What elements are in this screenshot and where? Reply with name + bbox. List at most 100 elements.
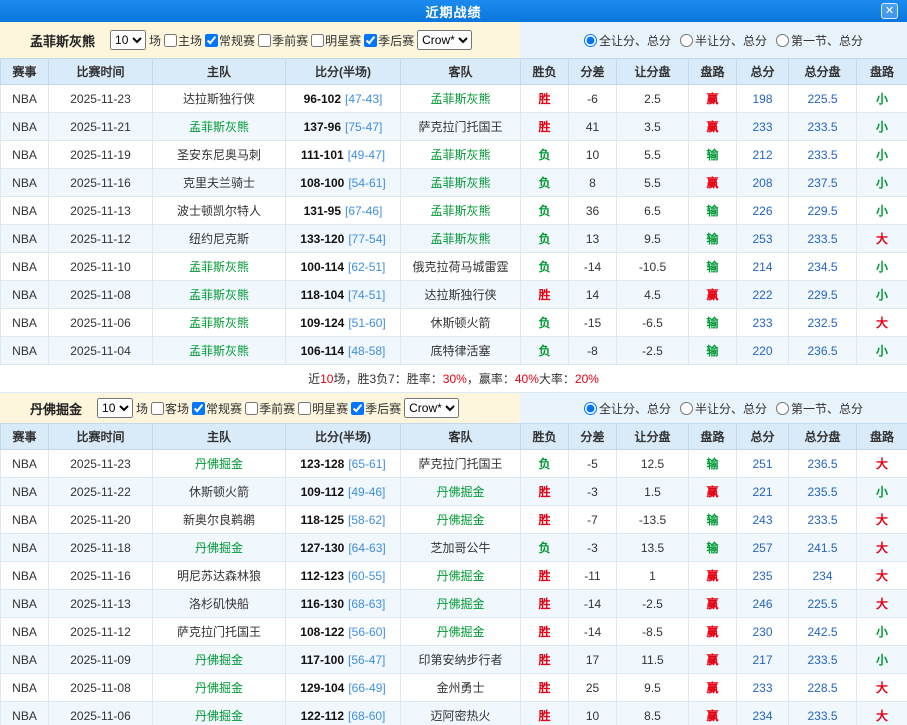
cell-home-team: 萨克拉门托国王 [153,618,286,646]
filter-checkbox[interactable] [364,34,377,47]
full-time-score: 127-130 [300,541,344,555]
column-header: 盘路 [689,424,737,450]
cell-date: 2025-11-09 [49,646,153,674]
team-name-label: 孟菲斯灰熊 [30,31,95,50]
bookmaker-select[interactable]: Crow* [404,398,459,418]
cell-score: 122-112[68-60] [286,702,401,725]
cell-league: NBA [1,702,49,725]
cell-score: 123-128[65-61] [286,450,401,478]
cell-home-team: 洛杉矶快船 [153,590,286,618]
team-name-label: 丹佛掘金 [30,399,82,418]
cell-away-team: 萨克拉门托国王 [401,450,521,478]
full-time-score: 108-122 [300,625,344,639]
cell-handicap-line: 8.5 [617,702,689,725]
games-count-select[interactable]: 10 [97,398,133,418]
cell-handicap-line: 5.5 [617,141,689,169]
half-time-score: [60-55] [348,569,385,583]
cell-handicap-line: 13.5 [617,534,689,562]
cell-point-diff: 8 [569,169,617,197]
cell-handicap-line: 9.5 [617,225,689,253]
cell-total-points: 235 [737,562,789,590]
cell-total-points: 220 [737,337,789,365]
cell-total-points: 222 [737,281,789,309]
cell-score: 137-96[75-47] [286,113,401,141]
cell-total-line: 235.5 [789,478,857,506]
summary-text: 40% [515,372,539,386]
filter-bar: 孟菲斯灰熊10场主场常规赛季前赛明星赛季后赛Crow*全让分、总分半让分、总分第… [0,22,907,58]
cell-total-line: 225.5 [789,590,857,618]
filter-radio[interactable] [680,402,693,415]
filter-checkbox[interactable] [205,34,218,47]
cell-result: 胜 [521,478,569,506]
filter-checkbox[interactable] [258,34,271,47]
filter-checkbox[interactable] [164,34,177,47]
filter-checkbox-label: 季前赛 [259,400,295,417]
cell-total-line: 232.5 [789,309,857,337]
filter-checkbox[interactable] [351,402,364,415]
filter-radio[interactable] [776,34,789,47]
radio-option: 半让分、总分 [680,32,767,49]
cell-total-line: 242.5 [789,618,857,646]
filter-radio[interactable] [776,402,789,415]
cell-score: 133-120[77-54] [286,225,401,253]
cell-total-points: 251 [737,450,789,478]
filter-checkbox[interactable] [298,402,311,415]
cell-league: NBA [1,309,49,337]
filter-bar-left: 孟菲斯灰熊10场主场常规赛季前赛明星赛季后赛Crow* [0,22,520,58]
bookmaker-select[interactable]: Crow* [417,30,472,50]
radio-option: 第一节、总分 [776,400,863,417]
filter-checkbox-label: 常规赛 [206,400,242,417]
cell-total-points: 230 [737,618,789,646]
filter-checkbox-label: 季后赛 [365,400,401,417]
cell-point-diff: -14 [569,618,617,646]
cell-away-team: 孟菲斯灰熊 [401,169,521,197]
cell-handicap-result: 输 [689,141,737,169]
table-row: NBA2025-11-06孟菲斯灰熊109-124[51-60]休斯顿火箭负-1… [1,309,907,337]
table-row: NBA2025-11-16克里夫兰骑士108-100[54-61]孟菲斯灰熊负8… [1,169,907,197]
column-header: 胜负 [521,59,569,85]
half-time-score: [65-61] [348,457,385,471]
half-time-score: [77-54] [348,232,385,246]
cell-home-team: 波士顿凯尔特人 [153,197,286,225]
filter-option: 季后赛 [351,400,401,417]
filter-checkbox[interactable] [192,402,205,415]
cell-away-team: 孟菲斯灰熊 [401,141,521,169]
games-count-select[interactable]: 10 [110,30,146,50]
filter-radio-label: 第一节、总分 [791,32,863,49]
half-time-score: [56-60] [348,625,385,639]
cell-over-under: 小 [857,85,907,113]
cell-total-line: 237.5 [789,169,857,197]
filter-radio[interactable] [584,402,597,415]
cell-handicap-result: 赢 [689,646,737,674]
cell-home-team: 明尼苏达森林狼 [153,562,286,590]
filter-checkbox[interactable] [151,402,164,415]
filter-bar-right: 全让分、总分半让分、总分第一节、总分 [520,22,907,58]
cell-point-diff: 13 [569,225,617,253]
column-header: 分差 [569,59,617,85]
cell-handicap-result: 输 [689,253,737,281]
table-row: NBA2025-11-08丹佛掘金129-104[66-49]金州勇士胜259.… [1,674,907,702]
cell-result: 胜 [521,674,569,702]
cell-total-line: 229.5 [789,281,857,309]
cell-total-line: 236.5 [789,450,857,478]
full-time-score: 96-102 [304,92,341,106]
cell-league: NBA [1,478,49,506]
close-icon[interactable]: ✕ [881,3,898,19]
filter-checkbox[interactable] [245,402,258,415]
cell-over-under: 小 [857,113,907,141]
cell-date: 2025-11-08 [49,674,153,702]
cell-over-under: 大 [857,534,907,562]
filter-radio[interactable] [680,34,693,47]
half-time-score: [58-62] [348,513,385,527]
filter-checkbox[interactable] [311,34,324,47]
filter-radio[interactable] [584,34,597,47]
cell-home-team: 丹佛掘金 [153,534,286,562]
cell-over-under: 小 [857,281,907,309]
cell-total-points: 217 [737,646,789,674]
cell-result: 胜 [521,562,569,590]
cell-result: 负 [521,253,569,281]
cell-handicap-result: 输 [689,225,737,253]
filter-radio-label: 第一节、总分 [791,400,863,417]
cell-total-line: 229.5 [789,197,857,225]
titlebar: 近期战绩 ✕ [0,0,907,22]
